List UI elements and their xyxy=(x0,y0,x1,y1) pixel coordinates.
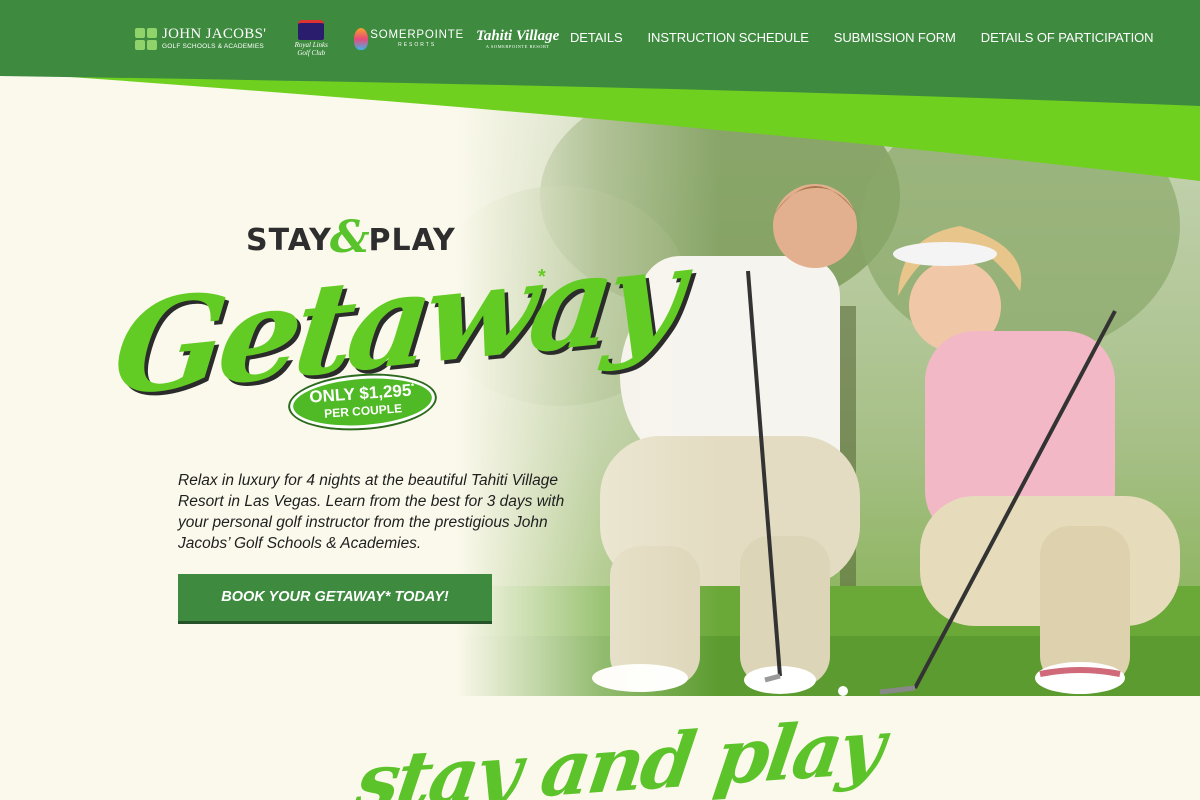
stay-and-play-script-heading: stay and play xyxy=(350,702,888,800)
tahiti-village-title: Tahiti Village xyxy=(476,27,560,44)
stay-word: STAY xyxy=(246,223,332,258)
hero-section: STAY&PLAY Getaway * ONLY $1,295* PER COU… xyxy=(0,76,1200,696)
royal-links-crown-icon xyxy=(298,20,325,41)
nav-details[interactable]: DETAILS xyxy=(570,30,623,45)
main-nav: DETAILS INSTRUCTION SCHEDULE SUBMISSION … xyxy=(570,30,1178,45)
tahiti-village-logo[interactable]: Tahiti Village A SOMERPOINTE RESORT xyxy=(476,27,560,50)
royal-links-logo[interactable]: Royal Links Golf Club xyxy=(290,20,332,57)
john-jacobs-logo-icon xyxy=(135,28,157,50)
jj-logo-subtitle: GOLF SCHOOLS & ACADEMIES xyxy=(162,43,264,51)
book-getaway-button[interactable]: BOOK YOUR GETAWAY* TODAY! xyxy=(178,574,492,624)
nav-details-of-participation[interactable]: DETAILS OF PARTICIPATION xyxy=(981,30,1154,45)
somerpointe-logo-icon xyxy=(354,28,369,50)
jj-logo-title: JOHN JACOBS' xyxy=(162,26,267,43)
nav-submission-form[interactable]: SUBMISSION FORM xyxy=(834,30,956,45)
somerpointe-subtitle: RESORTS xyxy=(398,41,437,48)
getaway-asterisk: * xyxy=(538,266,546,288)
price-asterisk: * xyxy=(410,381,415,391)
tahiti-village-subtitle: A SOMERPOINTE RESORT xyxy=(485,43,550,49)
partner-logos: JOHN JACOBS' GOLF SCHOOLS & ACADEMIES Ro… xyxy=(135,14,559,64)
site-header: JOHN JACOBS' GOLF SCHOOLS & ACADEMIES Ro… xyxy=(0,0,1200,76)
header-swoosh xyxy=(0,76,1200,181)
royal-links-subtitle: Golf Club xyxy=(297,49,326,57)
john-jacobs-logo[interactable]: JOHN JACOBS' GOLF SCHOOLS & ACADEMIES xyxy=(135,27,266,51)
getaway-title: Getaway * ONLY $1,295* PER COUPLE xyxy=(107,219,684,464)
nav-instruction-schedule[interactable]: INSTRUCTION SCHEDULE xyxy=(648,30,809,45)
somerpointe-title: SOMERPOINTE xyxy=(370,29,465,42)
hero-description: Relax in luxury for 4 nights at the beau… xyxy=(178,472,565,552)
somerpointe-logo[interactable]: SOMERPOINTE RESORTS xyxy=(354,28,464,50)
